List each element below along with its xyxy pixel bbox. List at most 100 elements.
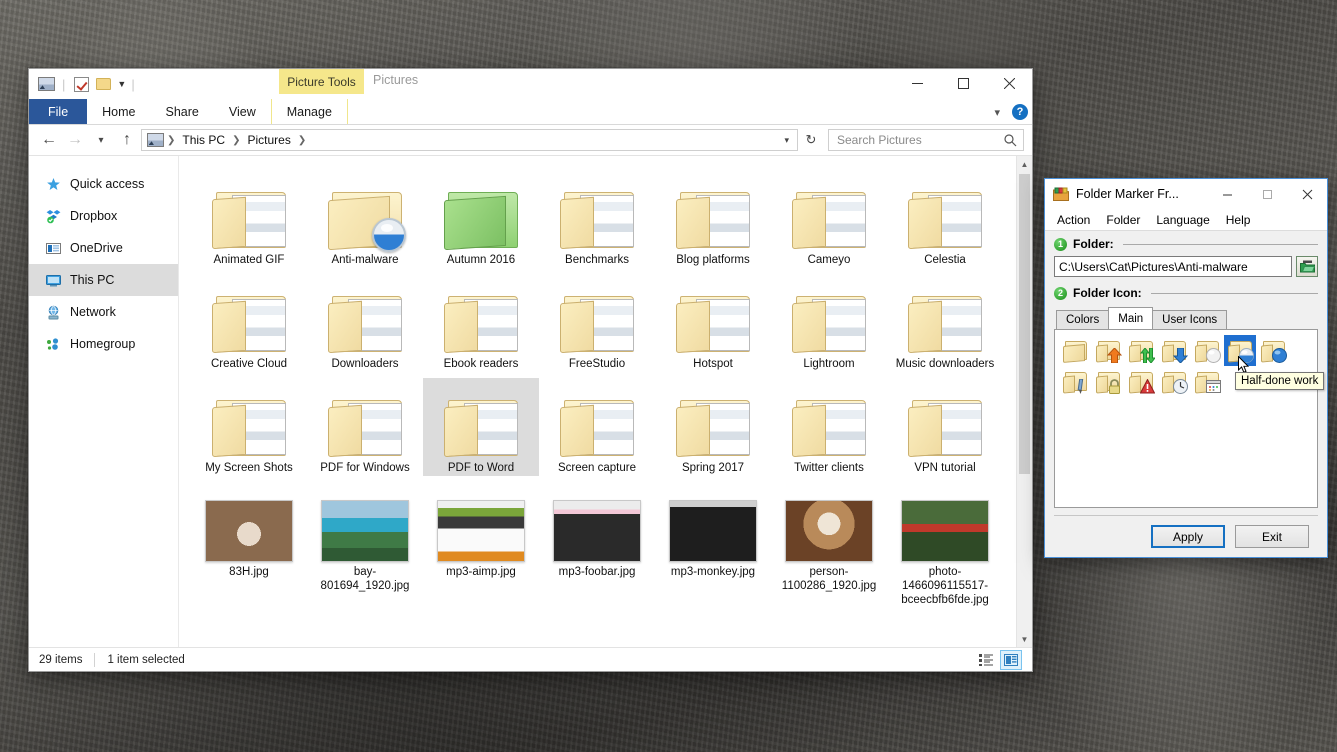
folder-item[interactable]: Blog platforms [655, 170, 771, 268]
folder-item[interactable]: Animated GIF [191, 170, 307, 268]
breadcrumb-this-pc[interactable]: This PC [178, 132, 229, 148]
image-item[interactable]: mp3-monkey.jpg [655, 482, 771, 608]
breadcrumb-separator-2: ❯ [298, 135, 306, 146]
image-item[interactable]: person-1100286_1920.jpg [771, 482, 887, 608]
folder-icon-option-temporary[interactable] [1158, 366, 1190, 397]
sidebar-item-this-pc[interactable]: This PC [29, 264, 178, 296]
item-label: Music downloaders [892, 356, 998, 372]
browse-folder-button[interactable] [1296, 256, 1318, 277]
folder-icon-option-done-work[interactable] [1257, 335, 1289, 366]
recent-locations-button[interactable]: ▾ [89, 128, 113, 152]
refresh-button[interactable]: ↻ [800, 129, 822, 151]
folder-item[interactable]: Benchmarks [539, 170, 655, 268]
fm-minimize-button[interactable] [1207, 180, 1247, 209]
folder-path-input[interactable] [1054, 256, 1292, 277]
folder-item[interactable]: PDF to Word [423, 378, 539, 476]
folder-item[interactable]: My Screen Shots [191, 378, 307, 476]
folder-item[interactable]: VPN tutorial [887, 378, 1003, 476]
folder-item[interactable]: Twitter clients [771, 378, 887, 476]
folder-item[interactable]: Cameyo [771, 170, 887, 268]
folder-item[interactable]: Ebook readers [423, 274, 539, 372]
folder-icon [906, 188, 984, 250]
tab-main[interactable]: Main [1108, 307, 1153, 329]
search-input[interactable] [835, 132, 1004, 148]
folder-marker-title-bar: Folder Marker Fr... [1045, 179, 1327, 209]
fm-close-button[interactable] [1287, 180, 1327, 209]
folder-item[interactable]: PDF for Windows [307, 378, 423, 476]
image-item[interactable]: bay-801694_1920.jpg [307, 482, 423, 608]
tab-manage[interactable]: Manage [271, 99, 348, 124]
breadcrumb-pictures[interactable]: Pictures [243, 132, 294, 148]
image-item[interactable]: 83H.jpg [191, 482, 307, 608]
folder-icon-option-calendar[interactable] [1191, 366, 1223, 397]
image-item[interactable]: photo-1466096115517-bceecbfb6fde.jpg [887, 482, 1003, 608]
fm-maximize-button[interactable] [1247, 180, 1287, 209]
folder-item[interactable]: Lightroom [771, 274, 887, 372]
maximize-button[interactable] [940, 69, 986, 98]
folder-item[interactable]: Anti-malware [307, 170, 423, 268]
scroll-down-arrow[interactable]: ▼ [1017, 631, 1032, 647]
folder-icon-option-low-priority-down-arrow[interactable] [1158, 335, 1190, 366]
close-button[interactable] [986, 69, 1032, 98]
tab-share[interactable]: Share [151, 99, 214, 124]
folder-icon-option-private[interactable] [1092, 366, 1124, 397]
sidebar-item-dropbox[interactable]: Dropbox [29, 200, 178, 232]
exit-button[interactable]: Exit [1235, 525, 1309, 548]
vertical-scrollbar[interactable]: ▲ ▼ [1016, 156, 1032, 647]
pictures-library-icon[interactable] [35, 74, 57, 94]
sidebar-item-homegroup[interactable]: Homegroup [29, 328, 178, 360]
item-label: Spring 2017 [660, 460, 766, 476]
tab-colors[interactable]: Colors [1056, 310, 1109, 329]
tab-user-icons[interactable]: User Icons [1152, 310, 1227, 329]
search-box[interactable] [828, 129, 1024, 151]
tab-file[interactable]: File [29, 99, 87, 124]
folder-icon-option-draft[interactable] [1059, 366, 1091, 397]
folder-icon-option-important-up-arrow[interactable] [1092, 335, 1124, 366]
menu-item-action[interactable]: Action [1049, 211, 1098, 229]
folder-item[interactable]: FreeStudio [539, 274, 655, 372]
icon-gallery[interactable]: Half-done work [1054, 329, 1318, 508]
chevron-down-icon-ribbon[interactable]: ▾ [989, 104, 1005, 121]
image-item[interactable]: mp3-foobar.jpg [539, 482, 655, 608]
folder-item[interactable]: Celestia [887, 170, 1003, 268]
item-label: Cameyo [776, 252, 882, 268]
forward-button[interactable]: → [63, 128, 87, 152]
scrollbar-thumb[interactable] [1019, 174, 1030, 474]
chevron-down-icon[interactable]: ▼ [117, 79, 126, 89]
folder-item[interactable]: Hotspot [655, 274, 771, 372]
scroll-up-arrow[interactable]: ▲ [1017, 156, 1032, 172]
minimize-button[interactable] [894, 69, 940, 98]
folder-item[interactable]: Screen capture [539, 378, 655, 476]
folder-item[interactable]: Autumn 2016 [423, 170, 539, 268]
details-view-button[interactable] [975, 650, 997, 670]
sidebar-item-quick-access[interactable]: Quick access [29, 168, 178, 200]
tab-home[interactable]: Home [87, 99, 150, 124]
breadcrumb[interactable]: ❯ This PC ❯ Pictures ❯ ▾ [141, 129, 798, 151]
tab-view[interactable]: View [214, 99, 271, 124]
folder-item[interactable]: Music downloaders [887, 274, 1003, 372]
apply-button[interactable]: Apply [1151, 525, 1225, 548]
folder-icon-option-attention[interactable] [1125, 366, 1157, 397]
image-item[interactable]: mp3-aimp.jpg [423, 482, 539, 608]
folder-icon-option-in-progress-green-arrows[interactable] [1125, 335, 1157, 366]
folder-item[interactable]: Downloaders [307, 274, 423, 372]
back-button[interactable]: ← [37, 128, 61, 152]
sidebar-item-network[interactable]: Network [29, 296, 178, 328]
folder-front [328, 405, 362, 457]
folder-item[interactable]: Spring 2017 [655, 378, 771, 476]
menu-item-folder[interactable]: Folder [1098, 211, 1148, 229]
folder-icon-option-not-started-work[interactable] [1191, 335, 1223, 366]
folder-item[interactable]: Creative Cloud [191, 274, 307, 372]
icon-grid-row-1 [1059, 335, 1313, 366]
status-bar: 29 items 1 item selected [29, 647, 1032, 671]
address-dropdown-icon[interactable]: ▾ [780, 135, 793, 146]
large-icons-view-button[interactable] [1000, 650, 1022, 670]
up-button[interactable]: ↑ [115, 128, 139, 152]
checkbox-icon[interactable] [70, 74, 92, 94]
menu-item-help[interactable]: Help [1218, 211, 1259, 229]
help-icon[interactable]: ? [1012, 104, 1028, 120]
folder-icon-option-blank-folder[interactable] [1059, 335, 1091, 366]
new-folder-icon[interactable] [92, 74, 114, 94]
menu-item-language[interactable]: Language [1148, 211, 1217, 229]
sidebar-item-onedrive[interactable]: OneDrive [29, 232, 178, 264]
